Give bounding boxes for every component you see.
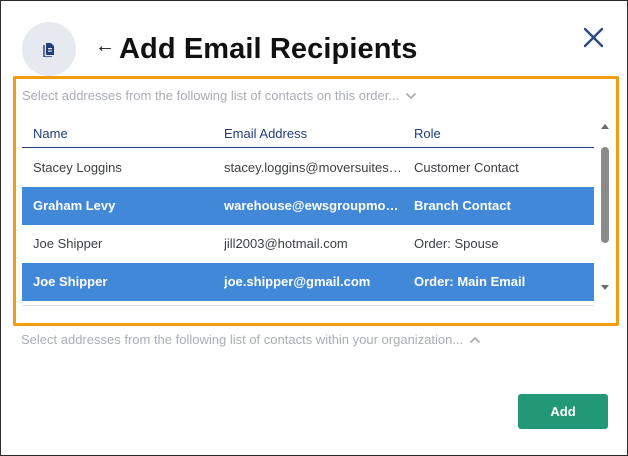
chevron-up-icon xyxy=(470,336,481,344)
cell-name: Graham Levy xyxy=(33,198,116,213)
table-row[interactable]: Joe Shipper joe.shipper@gmail.com Order:… xyxy=(22,263,594,301)
contacts-on-order-label: Select addresses from the following list… xyxy=(22,88,400,103)
scroll-up-arrow-icon[interactable] xyxy=(601,124,609,129)
cell-role: Customer Contact xyxy=(414,160,519,175)
add-email-recipients-dialog: ← Add Email Recipients Select addresses … xyxy=(0,0,628,456)
table-row[interactable]: Graham Levy warehouse@ewsgroupmoving.com… xyxy=(22,187,594,225)
contacts-table: Name Email Address Role Stacey Loggins s… xyxy=(22,116,610,306)
cell-email: joe.shipper@gmail.com xyxy=(224,274,371,289)
close-icon xyxy=(583,27,604,48)
org-contacts-label: Select addresses from the following list… xyxy=(21,332,464,347)
column-header-email[interactable]: Email Address xyxy=(224,126,307,142)
document-icon xyxy=(43,43,54,57)
cell-email: jill2003@hotmail.com xyxy=(224,236,348,251)
column-header-name[interactable]: Name xyxy=(33,126,68,142)
cell-role: Order: Spouse xyxy=(414,236,499,251)
chevron-down-icon xyxy=(406,92,417,100)
table-bottom-divider xyxy=(22,305,594,306)
table-scrollbar[interactable] xyxy=(600,124,610,290)
contacts-on-order-toggle[interactable]: Select addresses from the following list… xyxy=(22,88,417,104)
back-arrow-icon[interactable]: ← xyxy=(95,34,115,58)
document-icon-badge xyxy=(22,22,76,76)
table-header: Name Email Address Role xyxy=(22,116,594,148)
cell-name: Joe Shipper xyxy=(33,236,103,251)
cell-email: stacey.loggins@moversuites.com xyxy=(224,160,402,175)
org-contacts-toggle[interactable]: Select addresses from the following list… xyxy=(21,332,481,348)
table-row[interactable]: Stacey Loggins stacey.loggins@moversuite… xyxy=(22,149,594,187)
add-button[interactable]: Add xyxy=(518,394,608,429)
cell-role: Order: Main Email xyxy=(414,274,526,289)
contacts-on-order-panel: Select addresses from the following list… xyxy=(13,76,619,326)
close-button[interactable] xyxy=(581,25,607,51)
dialog-title: Add Email Recipients xyxy=(119,33,418,65)
column-header-role[interactable]: Role xyxy=(414,126,441,142)
scroll-down-arrow-icon[interactable] xyxy=(601,285,609,290)
table-row[interactable]: Joe Shipper jill2003@hotmail.com Order: … xyxy=(22,225,594,263)
scrollbar-thumb[interactable] xyxy=(601,147,609,243)
cell-role: Branch Contact xyxy=(414,198,511,213)
cell-email: warehouse@ewsgroupmoving.com xyxy=(224,198,402,213)
cell-name: Joe Shipper xyxy=(33,274,108,289)
cell-name: Stacey Loggins xyxy=(33,160,122,175)
